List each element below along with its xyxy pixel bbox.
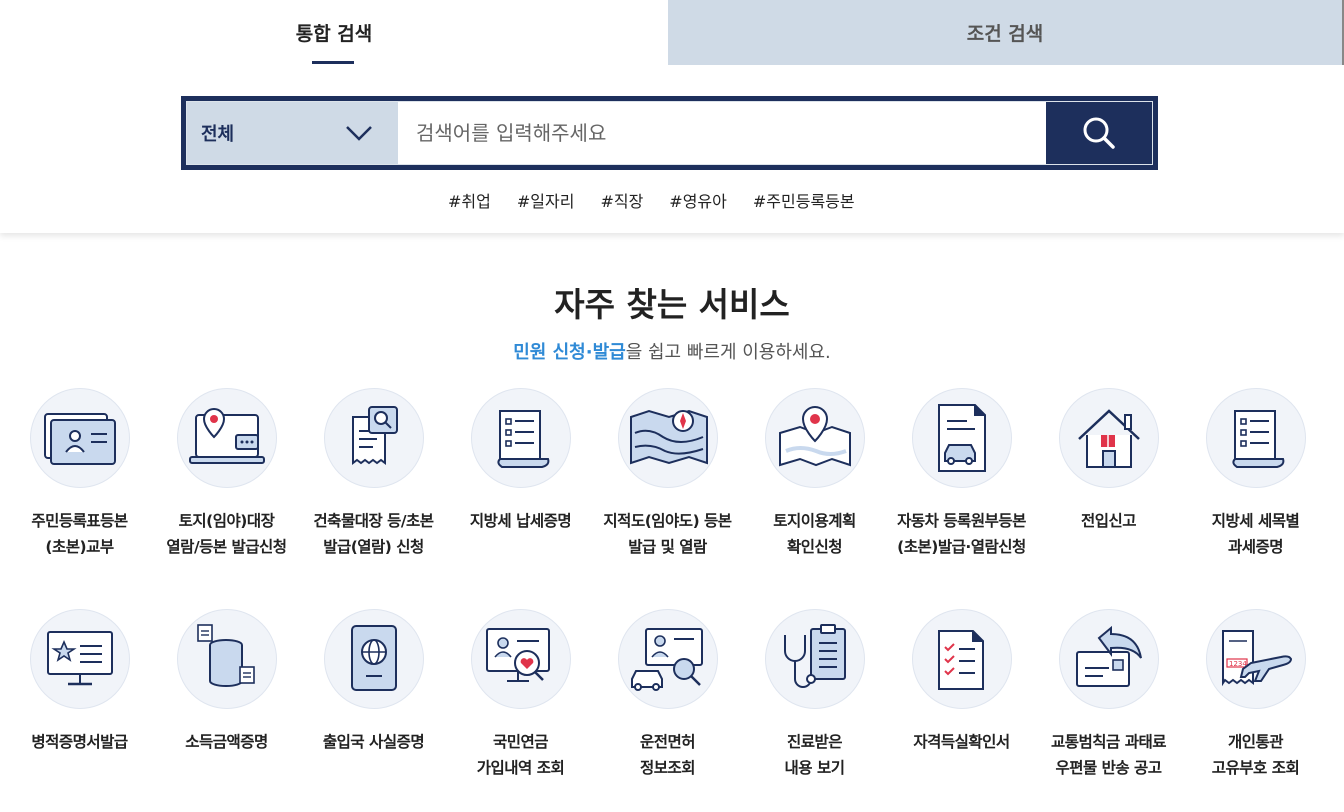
section-subtitle: 민원 신청·발급을 쉽고 빠르게 이용하세요. xyxy=(0,338,1344,364)
map-pin-icon xyxy=(764,388,865,488)
search-button[interactable] xyxy=(1046,102,1152,164)
service-label: 자격득실확인서 xyxy=(913,733,1010,751)
service-item[interactable]: 소득금액증명 xyxy=(153,609,300,755)
service-item[interactable]: 자격득실확인서 xyxy=(888,609,1035,755)
service-item[interactable]: 1234 개인통관 고유부호 조회 xyxy=(1182,609,1329,781)
service-item[interactable]: 자동차 등록원부등본 (초본)발급·열람신청 xyxy=(888,388,1035,560)
tab-label: 조건 검색 xyxy=(966,23,1044,45)
passport-icon xyxy=(323,609,424,709)
subtitle-highlight: 민원 신청·발급 xyxy=(513,342,626,363)
return-mail-icon xyxy=(1058,609,1159,709)
subtitle-text: 을 쉽고 빠르게 이용하세요. xyxy=(625,342,831,363)
tag-link[interactable]: #직장 xyxy=(600,188,643,212)
service-label: 개인통관 고유부호 조회 xyxy=(1211,733,1300,777)
service-label: 토지이용계획 확인신청 xyxy=(773,512,856,556)
service-item[interactable]: 지방세 세목별 과세증명 xyxy=(1182,388,1329,560)
search-input[interactable] xyxy=(398,102,1046,164)
map-compass-icon xyxy=(617,388,718,488)
service-item[interactable]: 지방세 납세증명 xyxy=(447,388,594,534)
car-document-icon xyxy=(911,388,1012,488)
active-tab-indicator xyxy=(312,61,354,64)
category-select[interactable]: 전체 xyxy=(187,102,398,164)
service-item[interactable]: 주민등록표등본 (초본)교부 xyxy=(6,388,153,560)
tag-link[interactable]: #일자리 xyxy=(517,188,575,212)
service-item[interactable]: 토지(임야)대장 열람/등본 발급신청 xyxy=(153,388,300,560)
service-item[interactable]: 운전면허 정보조회 xyxy=(594,609,741,781)
list-scroll-icon xyxy=(470,388,571,488)
service-label: 지방세 납세증명 xyxy=(469,512,572,530)
service-item[interactable]: 지적도(임야도) 등본 발급 및 열람 xyxy=(594,388,741,560)
checklist-icon xyxy=(911,609,1012,709)
service-item[interactable]: 병적증명서발급 xyxy=(6,609,153,755)
service-item[interactable]: 건축물대장 등/초본 발급(열람) 신청 xyxy=(300,388,447,560)
service-label: 지적도(임야도) 등본 발급 및 열람 xyxy=(603,512,732,556)
tag-link[interactable]: #주민등록등본 xyxy=(753,188,855,212)
service-item[interactable]: 토지이용계획 확인신청 xyxy=(741,388,888,560)
service-label: 주민등록표등본 (초본)교부 xyxy=(31,512,128,556)
list-scroll-icon xyxy=(1205,388,1306,488)
tag-link[interactable]: #영유아 xyxy=(669,188,727,212)
service-label: 지방세 세목별 과세증명 xyxy=(1211,512,1300,556)
service-label: 소득금액증명 xyxy=(185,733,268,751)
laptop-location-icon xyxy=(176,388,277,488)
stethoscope-icon xyxy=(764,609,865,709)
tag-link[interactable]: #취업 xyxy=(448,188,491,212)
star-monitor-icon xyxy=(29,609,130,709)
service-label: 교통범칙금 과태료 우편물 반송 공고 xyxy=(1051,733,1166,777)
tab-integrated-search[interactable]: 통합 검색 xyxy=(0,0,668,65)
service-item[interactable]: 전입신고 xyxy=(1035,388,1182,534)
house-icon xyxy=(1058,388,1159,488)
airplane-receipt-icon: 1234 xyxy=(1205,609,1306,709)
tab-condition-search[interactable]: 조건 검색 xyxy=(668,0,1344,65)
category-select-value: 전체 xyxy=(201,124,235,145)
resident-card-icon xyxy=(29,388,130,488)
service-item[interactable]: 국민연금 가입내역 조회 xyxy=(447,609,594,781)
service-label: 국민연금 가입내역 조회 xyxy=(476,733,565,777)
section-title: 자주 찾는 서비스 xyxy=(554,285,790,324)
service-label: 전입신고 xyxy=(1080,512,1137,530)
service-label: 자동차 등록원부등본 (초본)발급·열람신청 xyxy=(897,512,1026,556)
service-label: 출입국 사실증명 xyxy=(322,733,425,751)
service-label: 병적증명서발급 xyxy=(31,733,128,751)
service-item[interactable]: 교통범칙금 과태료 우편물 반송 공고 xyxy=(1035,609,1182,781)
coin-stack-icon xyxy=(176,609,277,709)
service-item[interactable]: 진료받은 내용 보기 xyxy=(741,609,888,781)
document-search-icon xyxy=(323,388,424,488)
service-item[interactable]: 출입국 사실증명 xyxy=(300,609,447,755)
search-header: 통합 검색 조건 검색 전체 #취업 #일자리 #직장 #영유아 #주민등록등본 xyxy=(0,0,1344,233)
popular-tags: #취업 #일자리 #직장 #영유아 #주민등록등본 xyxy=(448,188,855,212)
search-tabs: 통합 검색 조건 검색 xyxy=(0,0,1344,65)
search-bar: 전체 xyxy=(181,96,1158,170)
service-label: 운전면허 정보조회 xyxy=(639,733,696,777)
service-label: 진료받은 내용 보기 xyxy=(784,733,845,777)
service-label: 토지(임야)대장 열람/등본 발급신청 xyxy=(166,512,287,556)
search-icon xyxy=(1083,117,1115,149)
license-car-icon xyxy=(617,609,718,709)
heart-search-icon xyxy=(470,609,571,709)
tab-label: 통합 검색 xyxy=(295,23,373,45)
chevron-down-icon xyxy=(346,126,372,141)
service-label: 건축물대장 등/초본 발급(열람) 신청 xyxy=(313,512,434,556)
